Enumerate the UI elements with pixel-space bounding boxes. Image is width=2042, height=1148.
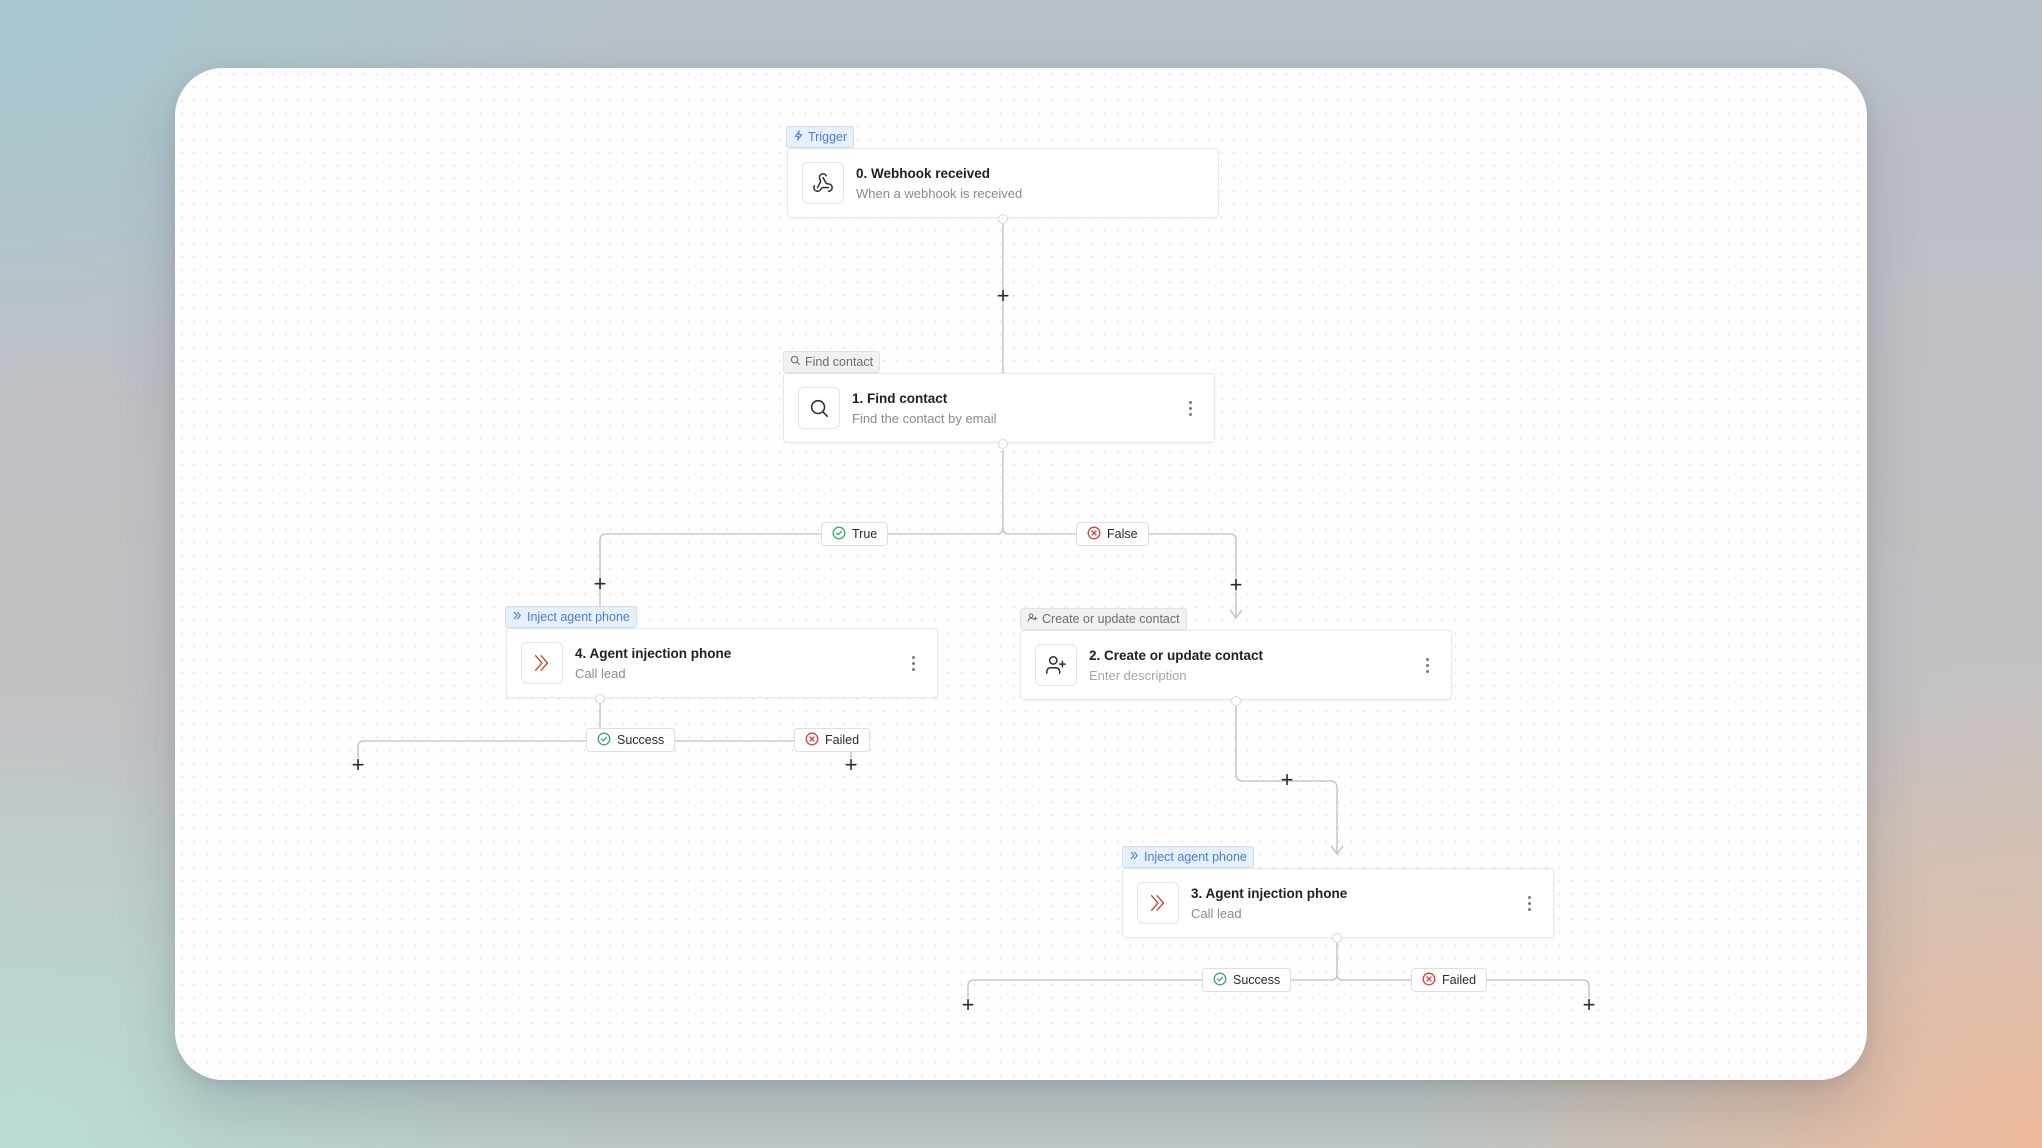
output-port[interactable] <box>998 439 1008 449</box>
bolt-icon <box>793 130 804 144</box>
output-port[interactable] <box>998 214 1008 224</box>
node-title: 4. Agent injection phone <box>575 645 732 661</box>
trigger-tag-label: Trigger <box>808 130 848 144</box>
branch-label: True <box>852 527 878 541</box>
search-icon <box>790 355 801 369</box>
node-agent-injection-3[interactable]: 3. Agent injection phone Call lead <box>1122 868 1554 938</box>
node-title: 3. Agent injection phone <box>1191 885 1348 901</box>
node-webhook-received[interactable]: 0. Webhook received When a webhook is re… <box>787 148 1219 218</box>
chevrons-right-icon <box>1129 850 1140 864</box>
node-description[interactable]: Enter description <box>1089 668 1417 683</box>
create-contact-tag: Create or update contact <box>1020 608 1187 630</box>
find-contact-tag: Find contact <box>783 351 881 373</box>
chevrons-right-icon <box>1137 882 1179 924</box>
user-plus-icon <box>1035 644 1077 686</box>
node-title: 2. Create or update contact <box>1089 647 1264 663</box>
node-title: 1. Find contact <box>852 390 948 406</box>
inject-agent-tag: Inject agent phone <box>505 606 637 628</box>
node-menu-button[interactable] <box>903 648 923 678</box>
add-step-button[interactable]: + <box>347 754 369 777</box>
add-step-button[interactable]: + <box>589 573 611 596</box>
check-circle-icon <box>1213 972 1227 989</box>
x-circle-icon <box>1422 972 1436 989</box>
chevrons-right-icon <box>512 610 523 624</box>
branch-label: Success <box>1233 973 1281 987</box>
node-menu-button[interactable] <box>1519 888 1539 918</box>
add-step-button[interactable]: + <box>840 754 862 777</box>
inject-agent-tag: Inject agent phone <box>1122 846 1254 868</box>
add-step-button[interactable]: + <box>992 285 1014 308</box>
branch-label: Success <box>617 733 665 747</box>
node-menu-button[interactable] <box>1180 393 1200 423</box>
branch-failed[interactable]: Failed <box>1411 968 1488 992</box>
x-circle-icon <box>805 732 819 749</box>
branch-true[interactable]: True <box>821 522 889 546</box>
branch-success[interactable]: Success <box>1202 968 1292 992</box>
webhook-icon <box>802 162 844 204</box>
branch-label: False <box>1107 527 1138 541</box>
node-find-contact[interactable]: 1. Find contact Find the contact by emai… <box>783 373 1215 443</box>
output-port[interactable] <box>595 694 605 704</box>
workflow-canvas[interactable]: Trigger 0. Webhook received When a webho… <box>175 68 1867 1080</box>
find-contact-tag-label: Find contact <box>805 355 874 369</box>
x-circle-icon <box>1087 526 1101 543</box>
branch-false[interactable]: False <box>1076 522 1149 546</box>
chevrons-right-icon <box>521 642 563 684</box>
inject-agent-tag-label: Inject agent phone <box>527 610 630 624</box>
inject-agent-tag-label: Inject agent phone <box>1144 850 1247 864</box>
node-create-update-contact[interactable]: 2. Create or update contact Enter descri… <box>1020 630 1452 700</box>
search-icon <box>798 387 840 429</box>
output-port[interactable] <box>1332 933 1342 943</box>
node-subtitle: Call lead <box>575 665 626 681</box>
branch-failed[interactable]: Failed <box>794 728 871 752</box>
node-title: 0. Webhook received <box>856 165 991 181</box>
create-contact-tag-label: Create or update contact <box>1042 612 1180 626</box>
check-circle-icon <box>597 732 611 749</box>
node-subtitle: When a webhook is received <box>856 185 1023 201</box>
add-step-button[interactable]: + <box>1276 769 1298 792</box>
node-agent-injection-4[interactable]: 4. Agent injection phone Call lead <box>506 628 938 698</box>
node-subtitle: Call lead <box>1191 905 1242 921</box>
branch-label: Failed <box>1442 973 1477 987</box>
user-plus-icon <box>1027 612 1038 626</box>
node-menu-button[interactable] <box>1417 650 1437 680</box>
connector-lines <box>357 224 1590 998</box>
output-port[interactable] <box>1231 696 1241 706</box>
node-subtitle: Find the contact by email <box>852 410 997 426</box>
branch-success[interactable]: Success <box>586 728 676 752</box>
branch-label: Failed <box>825 733 860 747</box>
add-step-button[interactable]: + <box>1578 994 1600 1017</box>
add-step-button[interactable]: + <box>957 994 979 1017</box>
trigger-tag: Trigger <box>786 126 855 148</box>
add-step-button[interactable]: + <box>1225 574 1247 597</box>
check-circle-icon <box>832 526 846 543</box>
